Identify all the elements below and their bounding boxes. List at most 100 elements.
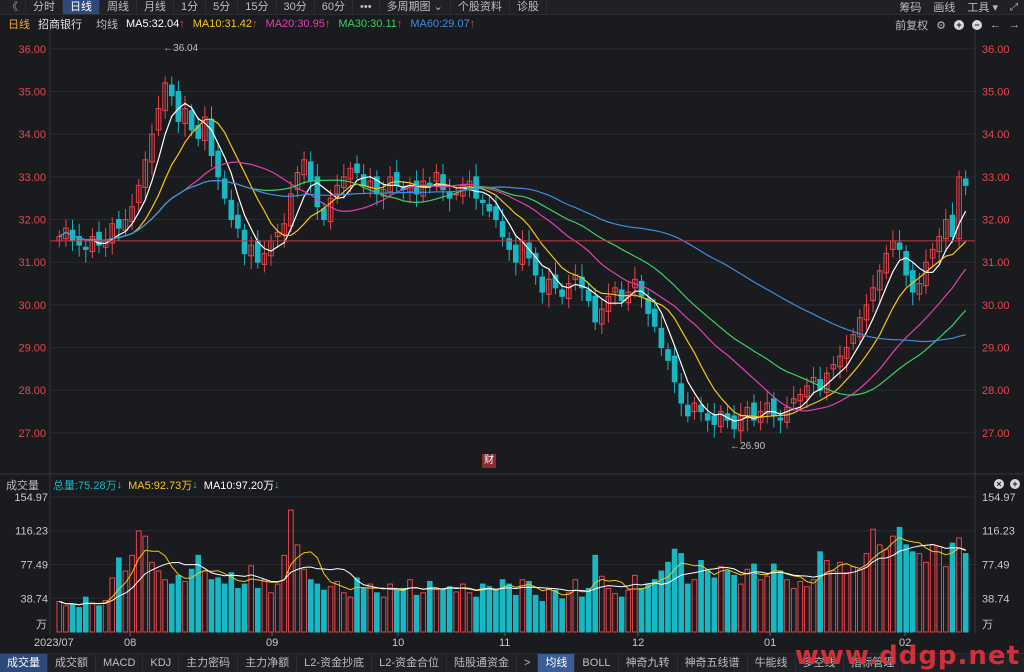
tab-northbound[interactable]: 陆股通资金 [447, 654, 517, 672]
add-indicator-icon[interactable]: + [1010, 479, 1020, 489]
volume-bar [539, 601, 546, 633]
volume-bar [433, 587, 440, 633]
volume-tick-label-right: 38.74 [982, 593, 1010, 605]
volume-bar [532, 594, 539, 633]
volume-bar [334, 580, 340, 633]
volume-bar [592, 554, 599, 633]
volume-bar [797, 580, 804, 633]
volume-bar [830, 570, 837, 633]
volume-bar [347, 596, 354, 633]
volume-bar [751, 563, 757, 633]
volume-bar [109, 577, 116, 633]
tab-kdj[interactable]: KDJ [143, 654, 180, 672]
tab-magic-five[interactable]: 神奇五线谱 [678, 654, 748, 672]
candle-body [665, 349, 671, 361]
tab-l2-bottom[interactable]: L2-资金抄底 [297, 654, 373, 672]
volume-bar [579, 596, 585, 633]
volume-bar [208, 579, 215, 633]
volume-bar [810, 579, 817, 633]
tab-volume[interactable]: 成交量 [0, 654, 48, 672]
volume-bar [718, 566, 724, 633]
volume-bar [949, 542, 956, 633]
tab-bull-line[interactable]: 牛能线 [748, 654, 796, 672]
candle-body [962, 178, 969, 186]
candle-body [175, 90, 182, 122]
finance-event-marker[interactable]: 财 [482, 454, 496, 468]
volume-bar [896, 526, 903, 633]
volume-bar [387, 583, 393, 633]
volume-tick-label-right: 116.23 [982, 526, 1015, 538]
volume-bar [380, 596, 387, 633]
candle-body [188, 110, 195, 131]
price-tick-label-left: 28.00 [18, 385, 46, 397]
close-indicator-icon[interactable]: × [994, 479, 1004, 489]
volume-bar [69, 603, 76, 633]
volume-bar [711, 577, 718, 633]
volume-bar [883, 548, 890, 633]
volume-bar [235, 587, 241, 633]
ma20-line [58, 161, 967, 412]
candle-body [486, 204, 493, 212]
tab-turnover[interactable]: 成交额 [48, 654, 96, 672]
candle-body [168, 84, 175, 97]
volume-bar [737, 583, 744, 633]
candle-body [585, 289, 592, 302]
volume-bar [460, 583, 466, 633]
candle-body [493, 206, 499, 221]
price-tick-label-right: 32.00 [982, 215, 1010, 227]
ma60-line [58, 179, 966, 343]
tab-main-code[interactable]: 主力密码 [179, 654, 239, 672]
volume-bar [638, 587, 645, 633]
date-tick-label: 2023/07 [34, 637, 74, 649]
candle-body [512, 244, 519, 263]
candle-body [228, 199, 235, 221]
volume-title[interactable]: 成交量 [6, 477, 39, 493]
volume-unit-label-right: 万 [982, 619, 993, 631]
date-tick-label: 10 [392, 637, 404, 649]
kline-chart[interactable]: 36.00 36.00 35.00 35.00 34.00 34.00 33.00 33.00… [0, 0, 1024, 671]
volume-bar [651, 579, 658, 633]
volume-bar [96, 605, 102, 633]
low-price-annotation: ←26.90 [730, 441, 765, 452]
volume-ma5-line [59, 536, 966, 606]
tab-macd[interactable]: MACD [96, 654, 144, 672]
volume-bar [155, 570, 162, 633]
volume-ma10: MA10:97.20万 [203, 480, 275, 492]
tab-boll[interactable]: BOLL [575, 654, 619, 672]
volume-bar [354, 577, 360, 633]
volume-bar [195, 554, 202, 633]
volume-bar [506, 583, 513, 633]
tab-l2-position[interactable]: L2-资金合位 [372, 654, 447, 672]
volume-bar [923, 561, 929, 633]
volume-bar [790, 587, 797, 633]
candle-body [685, 404, 691, 417]
volume-bar [605, 587, 612, 633]
volume-bar [254, 587, 261, 633]
candle-body [678, 383, 685, 404]
volume-bar [374, 592, 380, 633]
volume-ma5: MA5:92.73万 [128, 480, 193, 492]
volume-bar [314, 583, 321, 633]
candle-body [116, 219, 122, 229]
volume-bar [929, 544, 936, 633]
volume-ma-lines [59, 536, 966, 606]
candle-body [638, 280, 645, 297]
tab-magic-nine[interactable]: 神奇九转 [619, 654, 678, 672]
tab-main-net[interactable]: 主力净额 [238, 654, 298, 672]
price-tick-label-right: 35.00 [982, 86, 1010, 98]
volume-bar [771, 563, 777, 633]
volume-bar [704, 570, 711, 633]
tab-ma[interactable]: 均线 [538, 654, 576, 672]
volume-bar [400, 587, 407, 633]
volume-bar [817, 551, 823, 633]
price-tick-label-right: 29.00 [982, 343, 1010, 355]
date-tick-label: 11 [499, 637, 510, 649]
volume-bar [63, 605, 69, 633]
volume-bar [691, 579, 698, 633]
volume-bar [552, 589, 559, 633]
volume-bar [261, 579, 268, 633]
volume-bar [221, 583, 228, 633]
volume-tick-label-left: 116.23 [15, 526, 48, 538]
candle-body [698, 404, 704, 413]
scroll-right-icon[interactable]: > [517, 654, 539, 672]
